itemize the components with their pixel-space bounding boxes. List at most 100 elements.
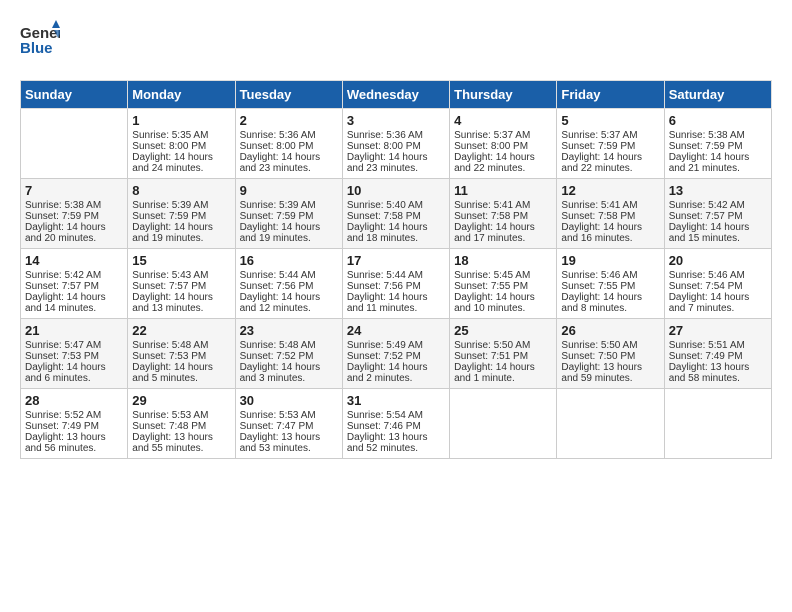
day-info-line: Sunrise: 5:40 AM bbox=[347, 200, 445, 211]
calendar-cell: 6Sunrise: 5:38 AMSunset: 7:59 PMDaylight… bbox=[664, 109, 771, 179]
day-info-line: Daylight: 14 hours bbox=[454, 222, 552, 233]
day-info-line: Sunset: 7:57 PM bbox=[669, 211, 767, 222]
weekday-header: Sunday bbox=[21, 81, 128, 109]
weekday-header: Saturday bbox=[664, 81, 771, 109]
calendar-header-row: SundayMondayTuesdayWednesdayThursdayFrid… bbox=[21, 81, 772, 109]
day-info-line: Sunset: 7:55 PM bbox=[561, 281, 659, 292]
day-info-line: and 15 minutes. bbox=[669, 233, 767, 244]
day-info-line: Daylight: 14 hours bbox=[240, 362, 338, 373]
calendar-cell: 11Sunrise: 5:41 AMSunset: 7:58 PMDayligh… bbox=[450, 179, 557, 249]
day-number: 30 bbox=[240, 393, 338, 408]
header: General Blue bbox=[20, 20, 772, 70]
day-number: 10 bbox=[347, 183, 445, 198]
day-info-line: Sunrise: 5:35 AM bbox=[132, 130, 230, 141]
calendar-cell: 5Sunrise: 5:37 AMSunset: 7:59 PMDaylight… bbox=[557, 109, 664, 179]
day-info-line: Daylight: 14 hours bbox=[669, 222, 767, 233]
day-info-line: and 5 minutes. bbox=[132, 373, 230, 384]
calendar-cell: 7Sunrise: 5:38 AMSunset: 7:59 PMDaylight… bbox=[21, 179, 128, 249]
calendar-cell: 12Sunrise: 5:41 AMSunset: 7:58 PMDayligh… bbox=[557, 179, 664, 249]
day-info-line: Sunset: 7:58 PM bbox=[454, 211, 552, 222]
logo-image: General Blue bbox=[20, 20, 60, 70]
day-info-line: Sunrise: 5:53 AM bbox=[240, 410, 338, 421]
day-info-line: Sunset: 7:49 PM bbox=[669, 351, 767, 362]
day-info-line: Sunset: 7:59 PM bbox=[132, 211, 230, 222]
day-info-line: and 52 minutes. bbox=[347, 443, 445, 454]
calendar-cell: 13 Sunrise: 5:42 AMSunset: 7:57 PMDayligh… bbox=[664, 179, 771, 249]
day-info-line: and 23 minutes. bbox=[240, 163, 338, 174]
day-info-line: Sunrise: 5:42 AM bbox=[669, 200, 767, 211]
weekday-header: Friday bbox=[557, 81, 664, 109]
day-info-line: Daylight: 14 hours bbox=[347, 292, 445, 303]
calendar-cell: 10Sunrise: 5:40 AMSunset: 7:58 PMDayligh… bbox=[342, 179, 449, 249]
day-number: 19 bbox=[561, 253, 659, 268]
calendar-cell: 22Sunrise: 5:48 AMSunset: 7:53 PMDayligh… bbox=[128, 319, 235, 389]
day-info-line: Sunset: 8:00 PM bbox=[454, 141, 552, 152]
day-info-line: Sunrise: 5:39 AM bbox=[132, 200, 230, 211]
day-number: 6 bbox=[669, 113, 767, 128]
day-info-line: and 14 minutes. bbox=[25, 303, 123, 314]
day-info-line: Sunrise: 5:45 AM bbox=[454, 270, 552, 281]
day-number: 7 bbox=[25, 183, 123, 198]
calendar: SundayMondayTuesdayWednesdayThursdayFrid… bbox=[20, 80, 772, 459]
day-info-line: Sunset: 7:55 PM bbox=[454, 281, 552, 292]
day-number: 18 bbox=[454, 253, 552, 268]
day-info-line: and 11 minutes. bbox=[347, 303, 445, 314]
day-info-line: Daylight: 14 hours bbox=[454, 362, 552, 373]
day-info-line: Sunrise: 5:44 AM bbox=[240, 270, 338, 281]
day-info-line: Sunset: 7:46 PM bbox=[347, 421, 445, 432]
calendar-cell: 27Sunrise: 5:51 AMSunset: 7:49 PMDayligh… bbox=[664, 319, 771, 389]
calendar-cell: 3Sunrise: 5:36 AMSunset: 8:00 PMDaylight… bbox=[342, 109, 449, 179]
day-number: 12 bbox=[561, 183, 659, 198]
day-info-line: and 16 minutes. bbox=[561, 233, 659, 244]
day-info-line: and 2 minutes. bbox=[347, 373, 445, 384]
day-info-line: Sunrise: 5:48 AM bbox=[132, 340, 230, 351]
day-info-line: Sunset: 7:48 PM bbox=[132, 421, 230, 432]
day-info-line: Daylight: 13 hours bbox=[347, 432, 445, 443]
calendar-cell: 15Sunrise: 5:43 AMSunset: 7:57 PMDayligh… bbox=[128, 249, 235, 319]
day-info-line: and 10 minutes. bbox=[454, 303, 552, 314]
day-info-line: Sunrise: 5:46 AM bbox=[669, 270, 767, 281]
calendar-cell bbox=[557, 389, 664, 459]
day-info-line: and 8 minutes. bbox=[561, 303, 659, 314]
day-info-line: Daylight: 14 hours bbox=[347, 362, 445, 373]
day-number: 13 bbox=[669, 183, 767, 198]
calendar-cell: 2Sunrise: 5:36 AMSunset: 8:00 PMDaylight… bbox=[235, 109, 342, 179]
calendar-cell: 4Sunrise: 5:37 AMSunset: 8:00 PMDaylight… bbox=[450, 109, 557, 179]
day-info-line: Daylight: 14 hours bbox=[454, 292, 552, 303]
calendar-cell: 19Sunrise: 5:46 AMSunset: 7:55 PMDayligh… bbox=[557, 249, 664, 319]
day-info-line: and 19 minutes. bbox=[240, 233, 338, 244]
day-info-line: Sunset: 7:47 PM bbox=[240, 421, 338, 432]
day-info-line: Daylight: 14 hours bbox=[132, 222, 230, 233]
calendar-week-row: 14Sunrise: 5:42 AMSunset: 7:57 PMDayligh… bbox=[21, 249, 772, 319]
day-info-line: and 3 minutes. bbox=[240, 373, 338, 384]
day-info-line: and 22 minutes. bbox=[561, 163, 659, 174]
day-info-line: Daylight: 14 hours bbox=[561, 292, 659, 303]
day-info-line: Daylight: 13 hours bbox=[669, 362, 767, 373]
weekday-header: Thursday bbox=[450, 81, 557, 109]
day-info-line: and 6 minutes. bbox=[25, 373, 123, 384]
day-number: 23 bbox=[240, 323, 338, 338]
day-info-line: Sunrise: 5:41 AM bbox=[454, 200, 552, 211]
calendar-cell bbox=[664, 389, 771, 459]
day-info-line: Sunset: 7:56 PM bbox=[240, 281, 338, 292]
day-info-line: Sunset: 7:59 PM bbox=[240, 211, 338, 222]
day-info-line: Daylight: 13 hours bbox=[25, 432, 123, 443]
calendar-cell: 16Sunrise: 5:44 AMSunset: 7:56 PMDayligh… bbox=[235, 249, 342, 319]
weekday-header: Tuesday bbox=[235, 81, 342, 109]
calendar-cell: 1Sunrise: 5:35 AMSunset: 8:00 PMDaylight… bbox=[128, 109, 235, 179]
day-number: 20 bbox=[669, 253, 767, 268]
day-number: 27 bbox=[669, 323, 767, 338]
day-info-line: Sunset: 7:58 PM bbox=[561, 211, 659, 222]
calendar-week-row: 7Sunrise: 5:38 AMSunset: 7:59 PMDaylight… bbox=[21, 179, 772, 249]
day-number: 28 bbox=[25, 393, 123, 408]
calendar-cell: 31Sunrise: 5:54 AMSunset: 7:46 PMDayligh… bbox=[342, 389, 449, 459]
day-info-line: Sunrise: 5:41 AM bbox=[561, 200, 659, 211]
day-info-line: Sunrise: 5:54 AM bbox=[347, 410, 445, 421]
day-number: 25 bbox=[454, 323, 552, 338]
calendar-cell: 14Sunrise: 5:42 AMSunset: 7:57 PMDayligh… bbox=[21, 249, 128, 319]
day-info-line: and 20 minutes. bbox=[25, 233, 123, 244]
day-info-line: Sunrise: 5:49 AM bbox=[347, 340, 445, 351]
day-info-line: and 56 minutes. bbox=[25, 443, 123, 454]
calendar-cell bbox=[21, 109, 128, 179]
calendar-cell: 18 Sunrise: 5:45 AMSunset: 7:55 PMDayligh… bbox=[450, 249, 557, 319]
